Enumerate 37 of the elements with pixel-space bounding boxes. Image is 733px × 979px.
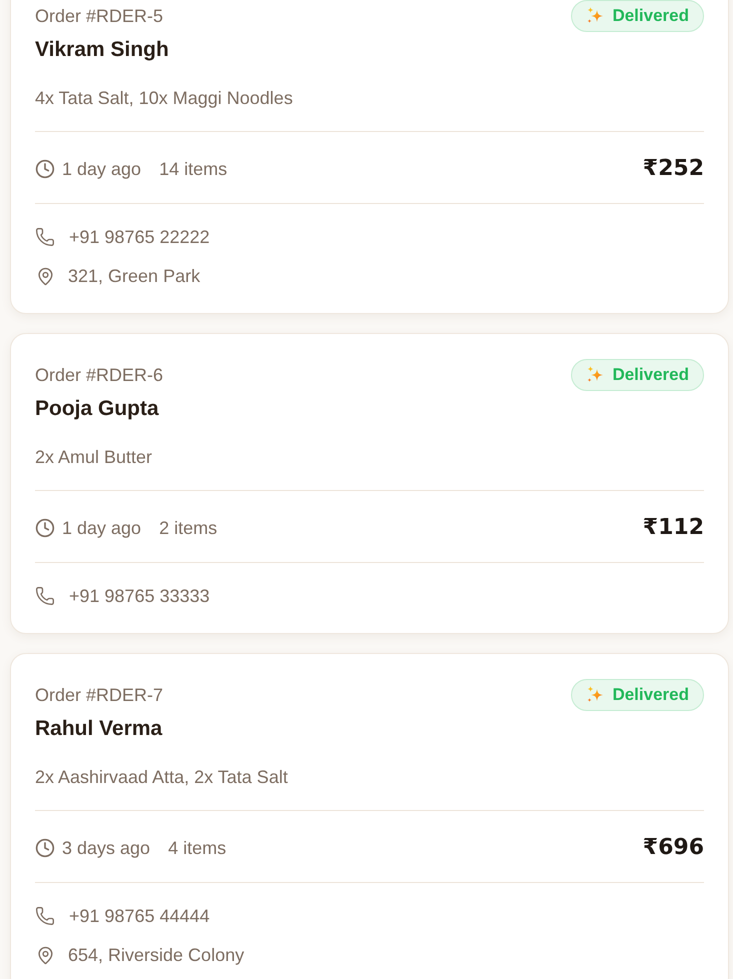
- customer-name: Rahul Verma: [35, 717, 162, 740]
- item-count: 14 items: [159, 158, 228, 181]
- item-count: 2 items: [159, 517, 218, 540]
- items-summary: 4x Tata Salt, 10x Maggi Noodles: [35, 88, 293, 108]
- order-total: ₹252: [642, 155, 704, 183]
- clock-icon: [35, 518, 55, 538]
- order-number: Order #RDER-7: [35, 684, 164, 707]
- map-pin-icon: [36, 266, 55, 286]
- status-label: Delivered: [612, 684, 689, 706]
- order-total: ₹696: [642, 834, 704, 862]
- map-pin-icon: [36, 946, 55, 964]
- phone-icon: [35, 906, 55, 926]
- order-time: 1 day ago: [62, 517, 142, 540]
- items-summary: 2x Amul Butter: [35, 447, 152, 467]
- sparkle-icon: [586, 366, 604, 384]
- address-text: 321, Green Park: [68, 265, 200, 288]
- phone-number: +91 98765 44444: [69, 905, 210, 928]
- phone-icon: [35, 586, 55, 606]
- phone-number: +91 98765 22222: [69, 226, 210, 249]
- phone-icon: [35, 227, 55, 247]
- order-number: Order #RDER-5: [35, 5, 164, 28]
- sparkle-icon: [586, 686, 604, 704]
- customer-name: Vikram Singh: [35, 38, 169, 61]
- order-total: ₹112: [642, 514, 704, 542]
- items-summary: 2x Aashirvaad Atta, 2x Tata Salt: [35, 767, 288, 787]
- item-count: 4 items: [168, 837, 226, 860]
- phone-number: +91 98765 33333: [69, 585, 210, 608]
- clock-icon: [35, 838, 55, 858]
- customer-name: Pooja Gupta: [35, 397, 159, 420]
- order-number: Order #RDER-6: [35, 364, 164, 387]
- order-time: 3 days ago: [62, 837, 150, 860]
- clock-icon: [35, 159, 55, 179]
- address-text: 654, Riverside Colony: [68, 944, 244, 967]
- status-label: Delivered: [612, 5, 689, 27]
- order-time: 1 day ago: [62, 158, 142, 181]
- status-label: Delivered: [612, 364, 689, 386]
- sparkle-icon: [586, 7, 604, 25]
